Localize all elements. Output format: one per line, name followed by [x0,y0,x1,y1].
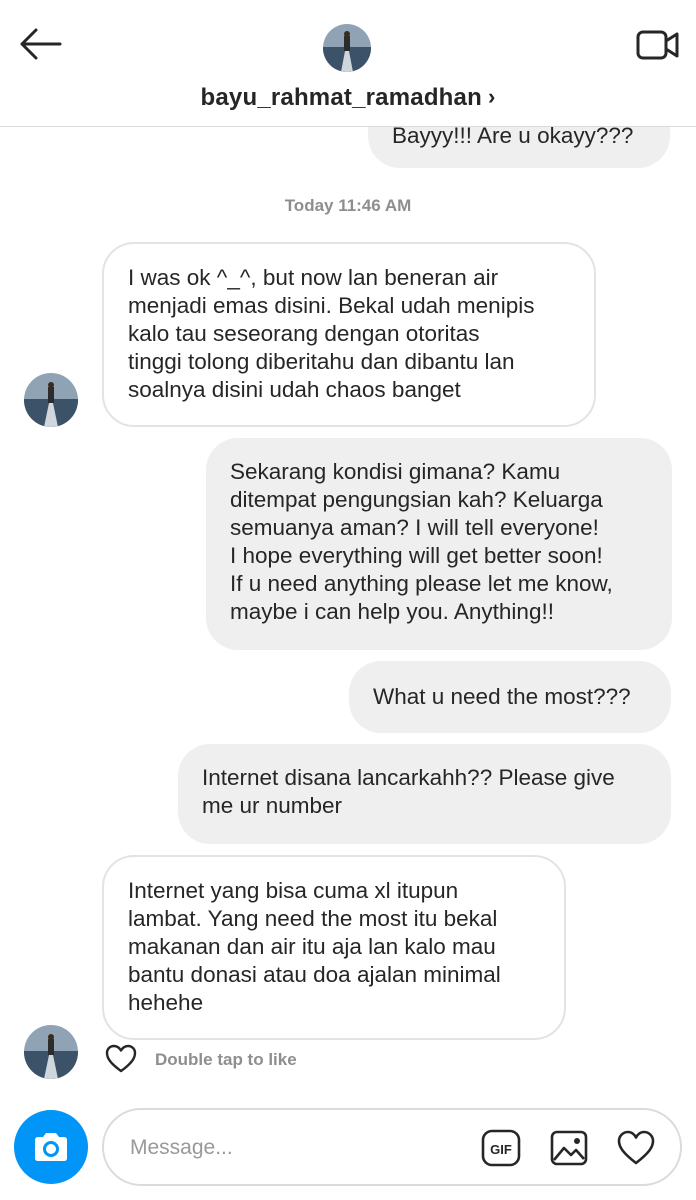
double-tap-hint: Double tap to like [155,1050,297,1069]
avatar-photo [323,24,371,72]
header-avatar[interactable] [323,24,371,72]
sender-avatar[interactable] [24,1025,78,1079]
chevron-right-icon: › [487,84,496,109]
outgoing-message[interactable]: What u need the most??? [349,661,671,733]
message-composer[interactable]: Message... GIF [102,1108,682,1186]
chat-header: bayu_rahmat_ramadhan › [0,0,696,127]
back-arrow-icon[interactable] [16,26,64,62]
message-input[interactable]: Message... [130,1136,233,1160]
heart-icon[interactable] [104,1042,138,1076]
username-label: bayu_rahmat_ramadhan [200,84,482,111]
gif-label: GIF [490,1142,512,1157]
sender-avatar[interactable] [24,373,78,427]
incoming-message[interactable]: I was ok ^_^, but now lan beneran air me… [102,242,596,427]
header-username[interactable]: bayu_rahmat_ramadhan › [0,84,696,112]
avatar-photo [24,1025,78,1079]
camera-icon [35,1133,67,1161]
gif-icon[interactable]: GIF [480,1128,522,1168]
camera-button[interactable] [14,1110,88,1184]
outgoing-message[interactable]: Sekarang kondisi gimana? Kamu ditempat p… [206,438,672,650]
message-timestamp: Today 11:46 AM [284,196,412,215]
outgoing-message[interactable]: Internet disana lancarkahh?? Please give… [178,744,671,844]
incoming-message[interactable]: Internet yang bisa cuma xl itupun lambat… [102,855,566,1040]
avatar-photo [24,373,78,427]
image-icon[interactable] [548,1128,590,1168]
message-thread[interactable]: Bayyy!!! Are u okayy??? Today 11:46 AM I… [0,0,696,1200]
video-call-icon[interactable] [634,26,682,64]
heart-icon[interactable] [615,1128,657,1168]
